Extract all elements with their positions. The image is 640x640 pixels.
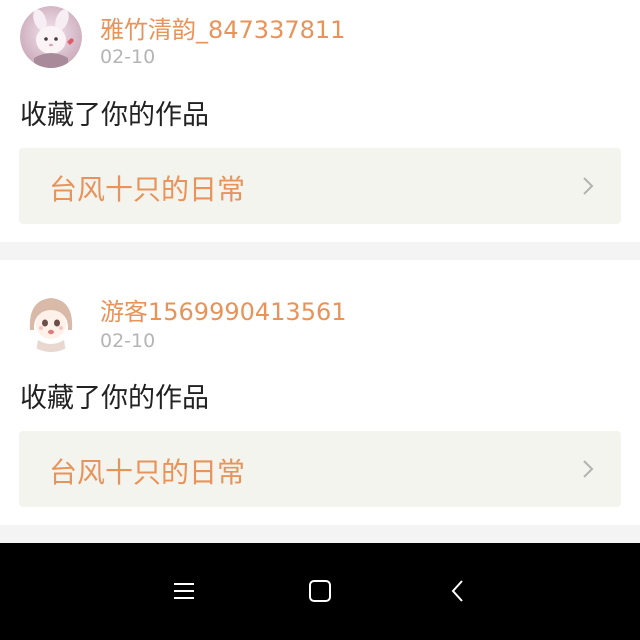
action-text: 收藏了你的作品 <box>20 383 209 414</box>
timestamp: 02-10 <box>100 46 156 68</box>
username[interactable]: 游客1569990413561 <box>100 292 347 327</box>
avatar-image <box>20 290 82 352</box>
username[interactable]: 雅竹清韵_847337811 <box>100 10 345 45</box>
avatar-image <box>20 6 82 68</box>
notification-screen: 雅竹清韵_847337811 02-10 收藏了你的作品 台风十只的日常 游客1… <box>0 0 640 640</box>
action-text: 收藏了你的作品 <box>20 100 209 131</box>
home-button[interactable] <box>298 569 342 613</box>
back-button[interactable] <box>436 569 480 613</box>
back-icon <box>451 580 463 602</box>
separator <box>0 525 640 543</box>
user-avatar[interactable] <box>20 290 82 352</box>
chevron-right-icon <box>583 177 594 195</box>
notification-item: 雅竹清韵_847337811 02-10 收藏了你的作品 台风十只的日常 <box>0 0 640 242</box>
chevron-right-icon <box>583 460 594 478</box>
notification-item: 游客1569990413561 02-10 收藏了你的作品 台风十只的日常 <box>0 260 640 525</box>
timestamp: 02-10 <box>100 330 156 352</box>
separator <box>0 242 640 260</box>
system-navigation-bar <box>0 543 640 640</box>
menu-icon <box>174 583 194 599</box>
user-avatar[interactable] <box>20 6 82 68</box>
work-link[interactable]: 台风十只的日常 <box>19 431 621 507</box>
work-title: 台风十只的日常 <box>49 173 246 206</box>
home-icon <box>309 580 331 602</box>
work-link[interactable]: 台风十只的日常 <box>19 148 621 224</box>
menu-button[interactable] <box>162 569 206 613</box>
work-title: 台风十只的日常 <box>49 456 246 489</box>
